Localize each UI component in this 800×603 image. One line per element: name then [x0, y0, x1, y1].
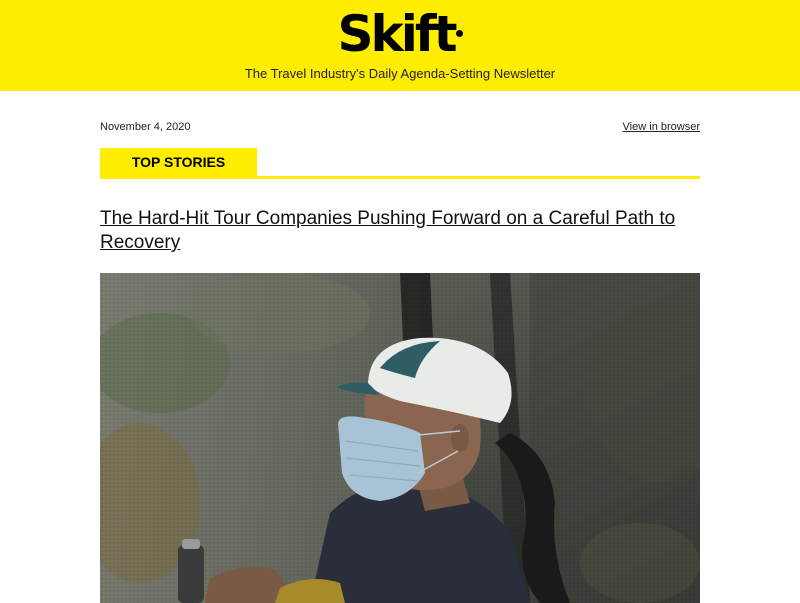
newsletter-header: Skift The Travel Industry's Daily Agenda…: [0, 0, 800, 91]
meta-row: November 4, 2020 View in browser: [100, 121, 700, 137]
view-in-browser-link[interactable]: View in browser: [623, 121, 700, 133]
logo-dot-icon: [455, 30, 463, 37]
header-tagline: The Travel Industry's Daily Agenda-Setti…: [244, 66, 556, 81]
skift-logo[interactable]: Skift: [0, 6, 800, 62]
issue-date: November 4, 2020: [100, 121, 191, 133]
section-header: TOP STORIES: [100, 148, 700, 179]
article-hero-image[interactable]: [100, 273, 700, 603]
masked-traveler-photo: [100, 273, 700, 603]
section-label: TOP STORIES: [100, 148, 257, 176]
article-headline-link[interactable]: The Hard-Hit Tour Companies Pushing Forw…: [100, 207, 700, 255]
